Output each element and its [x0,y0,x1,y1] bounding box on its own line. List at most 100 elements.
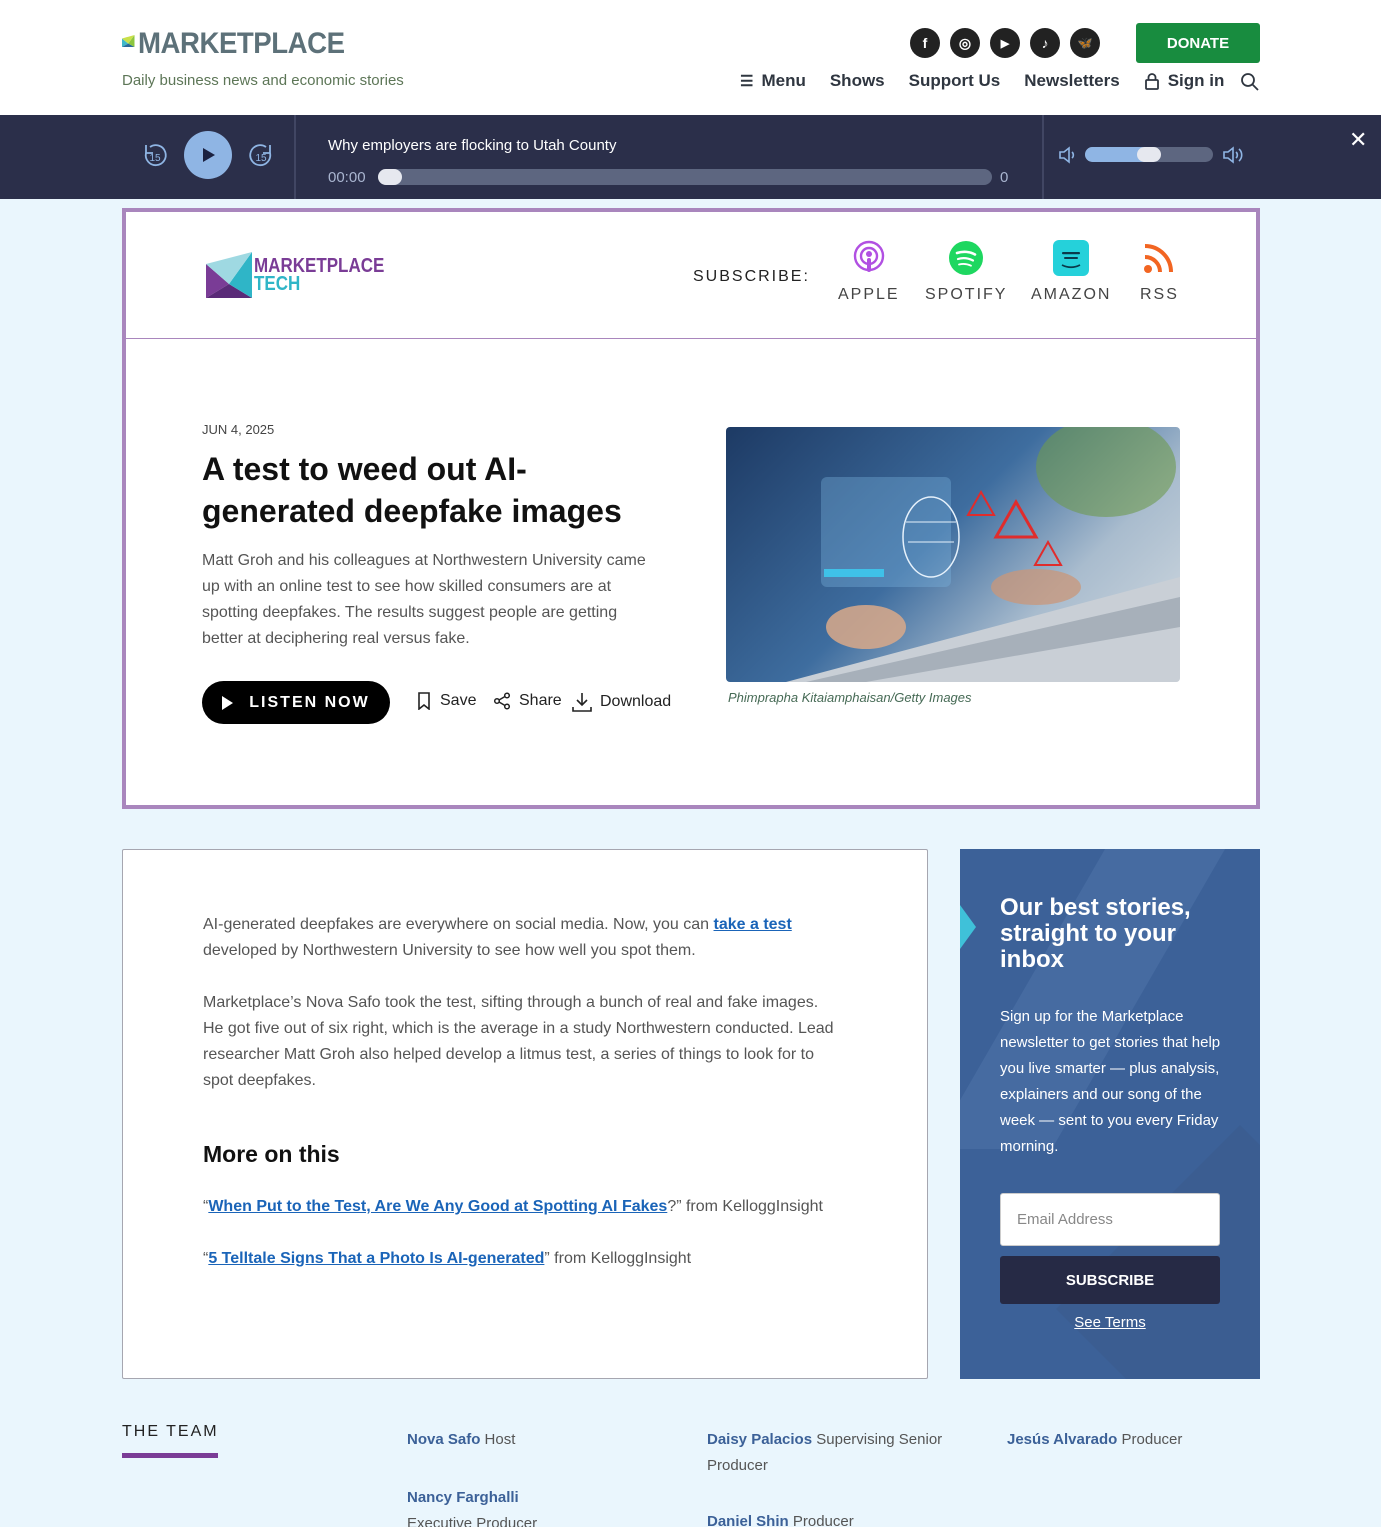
team-member-name[interactable]: Nancy Farghalli [407,1489,519,1506]
article-text: developed by Northwestern University to … [203,942,696,959]
episode-date: JUN 4, 2025 [202,422,275,437]
skip-back-15-button[interactable]: 15 [140,141,170,171]
skip-forward-15-button[interactable]: 15 [246,141,276,171]
image-credit: Phimprapha Kitaiamphaisan/Getty Images [728,690,972,705]
duration: 0 [1000,169,1009,186]
team-member: Nancy Farghalli Executive Producer [407,1485,567,1527]
volume-up-icon[interactable] [1222,145,1244,165]
related-source: ?” from KelloggInsight [667,1198,823,1215]
play-button[interactable] [184,131,232,179]
article-paragraph: AI-generated deepfakes are everywhere on… [203,912,843,964]
download-label: Download [600,693,672,710]
show-name-suffix: TECH [254,273,301,295]
subscribe-amazon-label: AMAZON [1031,286,1112,303]
show-header: MARKETPLACE TECH SUBSCRIBE: APPLE SPOTIF… [126,212,1256,339]
see-terms-link[interactable]: See Terms [1000,1314,1220,1331]
newsletter-title: Our best stories, straight to your inbox [1000,894,1191,973]
team-member-name[interactable]: Daisy Palacios [707,1431,812,1448]
volume-slider[interactable] [1085,147,1213,162]
save-label: Save [440,692,477,709]
decorative-shape [1056,1125,1260,1379]
marketplace-tech-logo[interactable]: MARKETPLACE TECH [206,252,407,298]
amazon-music-icon [1053,240,1090,276]
download-button[interactable]: Download [572,692,671,712]
take-a-test-link[interactable]: take a test [714,916,792,933]
volume-down-icon[interactable] [1058,145,1080,165]
svg-text:15: 15 [149,153,161,164]
team-member-name[interactable]: Daniel Shin [707,1513,789,1527]
nav-newsletters[interactable]: Newsletters [1024,71,1119,91]
team-member: Nova Safo Host [407,1427,667,1453]
more-on-this-heading: More on this [203,1141,340,1167]
listen-now-button[interactable]: LISTEN NOW [202,681,390,724]
marketplace-logo[interactable]: MARKETPLACE [122,18,362,64]
player-divider [294,115,296,199]
episode-description: Matt Groh and his colleagues at Northwes… [202,552,646,647]
related-item: “5 Telltale Signs That a Photo Is AI-gen… [203,1250,691,1268]
instagram-icon[interactable]: ◎ [950,28,980,58]
article-text: AI-generated deepfakes are everywhere on… [203,916,714,933]
newsletter-description: Sign up for the Marketplace newsletter t… [1000,1008,1221,1155]
nav-shows[interactable]: Shows [830,71,885,91]
subscribe-rss[interactable]: RSS [1140,240,1179,304]
article-paragraph: Marketplace’s Nova Safo took the test, s… [203,994,834,1089]
fast-forward-icon: 15 [249,144,272,167]
sign-in-label: Sign in [1167,71,1225,90]
subscribe-amazon[interactable]: AMAZON [1031,240,1111,304]
search-icon[interactable] [1240,72,1260,92]
decorative-triangle [960,905,976,949]
share-label: Share [519,692,562,709]
site-tagline: Daily business news and economic stories [122,72,404,89]
team-member-role: Producer [792,1513,854,1527]
bluesky-icon[interactable]: 🦋 [1070,28,1100,58]
facebook-icon[interactable]: f [910,28,940,58]
subscribe-spotify[interactable]: SPOTIFY [925,240,1007,304]
share-button[interactable]: Share [493,692,562,710]
download-icon [572,693,592,712]
related-link[interactable]: When Put to the Test, Are We Any Good at… [208,1198,667,1215]
episode-image [726,427,1180,682]
team-member-role: Executive Producer [407,1515,538,1527]
marketplace-tech-logo-mark [206,252,252,298]
nav-support-us[interactable]: Support Us [909,71,1001,91]
hamburger-icon: ☰ [740,73,754,90]
sign-in-button[interactable]: Sign in [1144,71,1225,91]
subscribe-label: SUBSCRIBE: [693,268,810,285]
progress-bar[interactable] [378,169,992,185]
team-member-role: Producer [1121,1431,1183,1448]
share-icon [493,692,511,710]
social-links: f ◎ ▶ ♪ 🦋 [910,28,1100,58]
spotify-icon [948,240,984,276]
team-member-role: Host [484,1431,516,1448]
save-button[interactable]: Save [416,692,476,710]
listen-now-label: LISTEN NOW [249,693,370,711]
subscribe-spotify-label: SPOTIFY [925,286,1008,303]
related-item: “When Put to the Test, Are We Any Good a… [203,1198,823,1216]
apple-podcasts-icon [851,240,887,276]
now-playing-title: Why employers are flocking to Utah Count… [328,137,617,154]
newsletter-signup: Our best stories, straight to your inbox… [960,849,1260,1379]
donate-button[interactable]: DONATE [1136,23,1260,63]
play-icon [203,148,215,162]
related-link[interactable]: 5 Telltale Signs That a Photo Is AI-gene… [208,1250,544,1267]
youtube-icon[interactable]: ▶ [990,28,1020,58]
logo-wordmark: MARKETPLACE [137,27,345,60]
menu-button[interactable]: ☰ Menu [740,71,806,91]
subscribe-apple[interactable]: APPLE [838,240,900,304]
volume-handle[interactable] [1137,147,1161,162]
team-heading-underline [122,1453,218,1458]
play-icon [222,695,234,710]
team-member-name[interactable]: Nova Safo [407,1431,480,1448]
site-header: MARKETPLACE Daily business news and econ… [0,0,1381,115]
team-member-name[interactable]: Jesús Alvarado [1007,1431,1117,1448]
team-member: Jesús Alvarado Producer [1007,1427,1257,1453]
progress-handle[interactable] [378,169,402,185]
episode-card: MARKETPLACE TECH SUBSCRIBE: APPLE SPOTIF… [122,208,1260,809]
email-field[interactable] [1000,1193,1220,1246]
subscribe-rss-label: RSS [1140,286,1179,303]
newsletter-subscribe-button[interactable]: SUBSCRIBE [1000,1256,1220,1304]
tiktok-icon[interactable]: ♪ [1030,28,1060,58]
close-player-icon[interactable]: ✕ [1349,127,1367,153]
episode-title: A test to weed out AI-generated deepfake… [202,451,622,529]
current-time: 00:00 [328,169,366,186]
